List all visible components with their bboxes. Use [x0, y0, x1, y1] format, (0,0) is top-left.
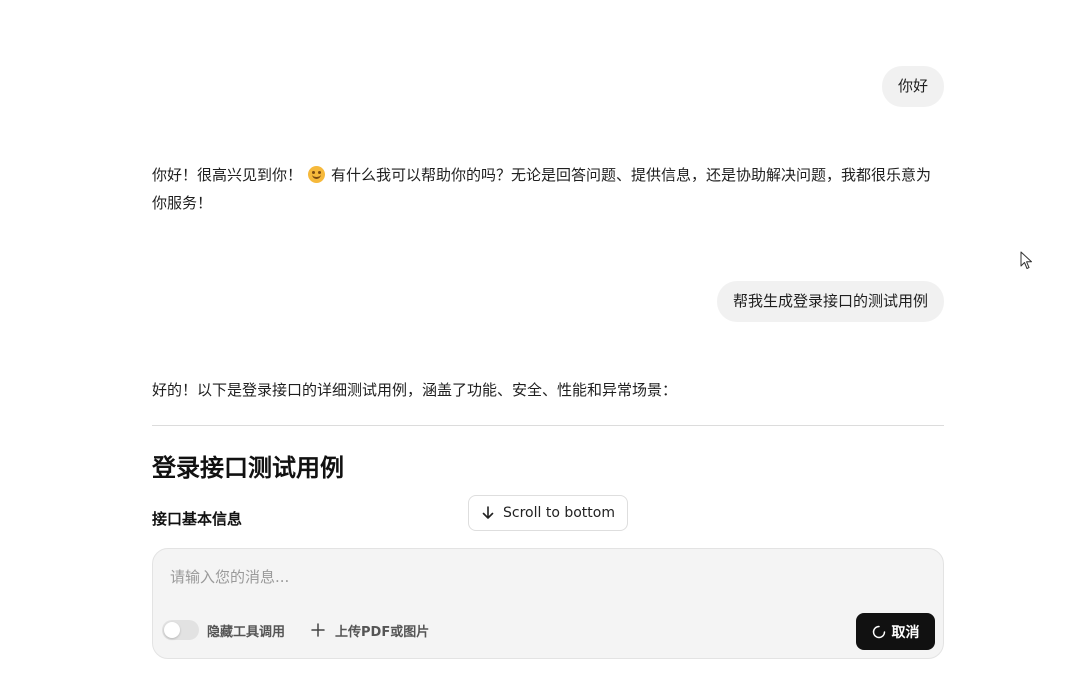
- upload-button[interactable]: 上传PDF或图片: [311, 621, 429, 640]
- message-input[interactable]: [168, 563, 912, 591]
- cancel-button[interactable]: 取消: [856, 613, 935, 650]
- arrow-down-icon: [482, 506, 494, 519]
- composer-tools: 隐藏工具调用 上传PDF或图片: [162, 619, 429, 641]
- smiling-face-emoji-icon: [308, 166, 326, 183]
- hide-tool-calls-label: 隐藏工具调用: [207, 624, 286, 640]
- horizontal-divider: [152, 425, 944, 426]
- assistant-message-2: 好的！以下是登录接口的详细测试用例，涵盖了功能、安全、性能和异常场景：: [152, 381, 678, 399]
- toggle-knob: [164, 622, 180, 638]
- response-heading: 登录接口测试用例: [152, 454, 344, 482]
- plus-icon: [311, 623, 325, 637]
- hide-tool-calls-toggle[interactable]: [162, 620, 199, 640]
- message-composer: 隐藏工具调用 上传PDF或图片 取消: [152, 548, 944, 659]
- user-message-2: 帮我生成登录接口的测试用例: [716, 281, 944, 322]
- response-subheading: 接口基本信息: [152, 510, 243, 528]
- scroll-to-bottom-button[interactable]: Scroll to bottom: [468, 495, 628, 531]
- assistant-message-text: 你好！很高兴见到你！: [152, 166, 303, 184]
- user-message-1: 你好: [881, 66, 944, 107]
- spinner-icon: [872, 625, 885, 638]
- mouse-pointer-icon: [1020, 251, 1032, 269]
- chat-page: 你好 你好！很高兴见到你！ 有什么我可以帮助你的吗？无论是回答问题、提供信息，还是…: [0, 0, 1080, 683]
- cancel-label: 取消: [891, 624, 920, 641]
- scroll-to-bottom-label: Scroll to bottom: [503, 505, 615, 521]
- assistant-message-1: 你好！很高兴见到你！ 有什么我可以帮助你的吗？无论是回答问题、提供信息，还是协助解…: [152, 161, 944, 217]
- upload-label: 上传PDF或图片: [335, 624, 430, 640]
